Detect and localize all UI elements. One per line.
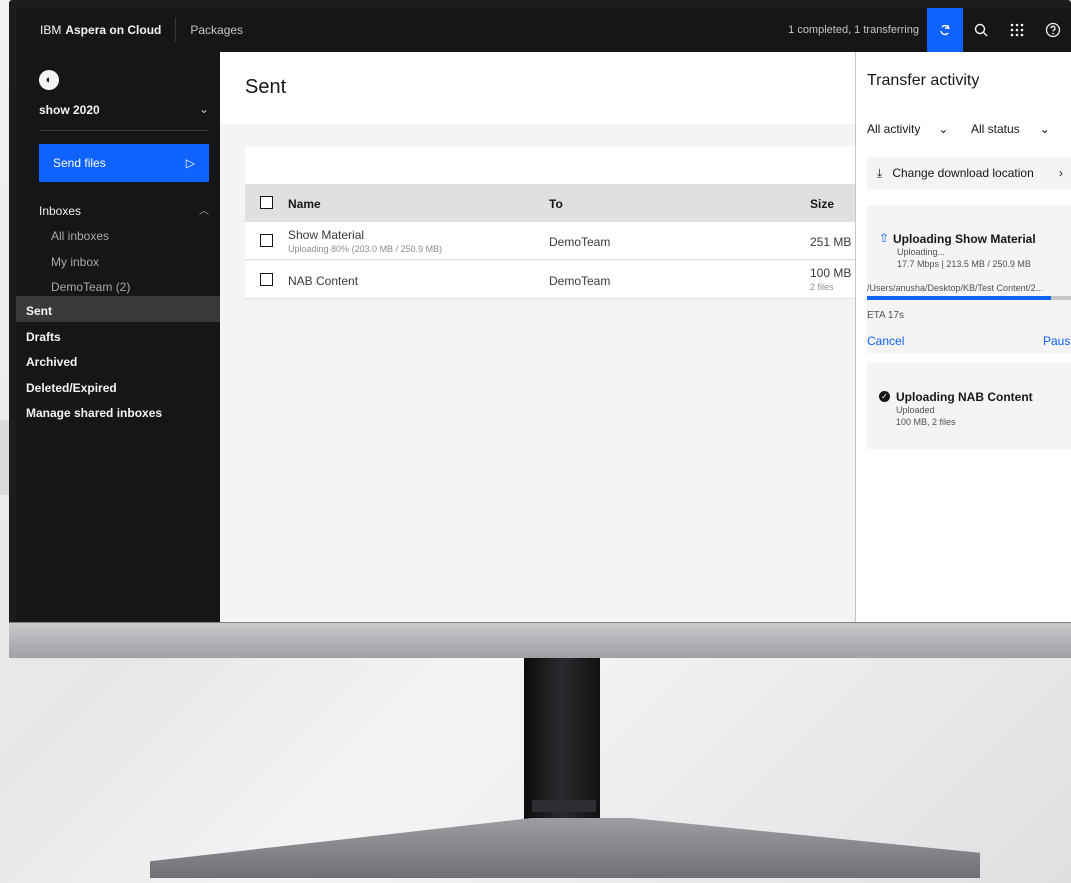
sidebar-item-archived[interactable]: Archived: [26, 355, 77, 369]
send-files-button[interactable]: Send files ▷: [39, 144, 209, 182]
monitor-stand-joint: [532, 800, 596, 812]
cancel-button[interactable]: Cancel: [867, 334, 904, 348]
help-icon[interactable]: [1035, 8, 1071, 52]
sidebar-item-all-inboxes[interactable]: All inboxes: [51, 229, 109, 243]
sidebar-item-sent[interactable]: Sent: [26, 304, 52, 318]
top-bar: IBM Aspera on Cloud Packages 1 completed…: [16, 8, 1071, 52]
package-file-count: 2 files: [810, 282, 834, 292]
table-row[interactable]: Show Material Uploading 80% (203.0 MB / …: [245, 222, 860, 260]
pause-button[interactable]: Pause: [1043, 334, 1071, 348]
chevron-down-icon: ⌄: [938, 122, 949, 136]
upload-icon: ⇧: [879, 231, 890, 245]
column-to[interactable]: To: [549, 197, 563, 211]
transfer-status[interactable]: 1 completed, 1 transferring: [788, 24, 919, 36]
brand[interactable]: IBM Aspera on Cloud: [16, 18, 177, 42]
transfer-progress-fill: [867, 296, 1051, 300]
package-size: 100 MB: [810, 266, 852, 280]
monitor-stand-base: [150, 818, 980, 878]
chevron-down-icon: ⌄: [1039, 122, 1050, 136]
table-header: Name To Size: [245, 184, 860, 222]
sidebar-item-deleted-expired[interactable]: Deleted/Expired: [26, 381, 117, 395]
sidebar-item-manage-shared-inboxes[interactable]: Manage shared inboxes: [26, 406, 162, 420]
transfer-activity-panel: Transfer activity All activity ⌄ All sta…: [855, 52, 1071, 622]
section-title: Packages: [190, 23, 244, 37]
monitor-screen: IBM Aspera on Cloud Packages 1 completed…: [16, 8, 1071, 622]
transfer-card: ✓ Uploading NAB Content Uploaded 100 MB,…: [867, 363, 1071, 449]
main-content: Sent Name To Size Show Material Uploadin…: [220, 52, 860, 622]
avatar[interactable]: ◐: [39, 70, 59, 90]
panel-title: Transfer activity: [867, 72, 980, 89]
sidebar-item-demoteam[interactable]: DemoTeam (2): [51, 280, 130, 294]
activity-filter-value: All activity: [867, 122, 921, 136]
app-switcher-icon[interactable]: [999, 8, 1035, 52]
column-name[interactable]: Name: [288, 197, 321, 211]
sidebar: ◐ show 2020 ⌄ Send files ▷ Inboxes ︿ All…: [16, 52, 220, 622]
select-all-checkbox[interactable]: [260, 196, 273, 209]
transfer-path: /Users/anusha/Desktop/KB/Test Content/2.…: [867, 283, 1044, 293]
change-download-location-button[interactable]: ⤓ Change download location ›: [867, 157, 1071, 189]
checkmark-icon: ✓: [879, 391, 890, 402]
sidebar-item-my-inbox[interactable]: My inbox: [51, 255, 99, 269]
transfer-progress-bar: [867, 296, 1071, 300]
chevron-right-icon: ›: [1059, 166, 1063, 180]
sidebar-item-drafts[interactable]: Drafts: [26, 330, 61, 344]
send-files-label: Send files: [53, 156, 106, 170]
transfer-status: Uploading...: [897, 247, 946, 257]
package-name: NAB Content: [288, 274, 359, 288]
row-checkbox[interactable]: [260, 273, 273, 286]
transfer-eta: ETA 17s: [867, 310, 905, 321]
inboxes-header[interactable]: Inboxes: [39, 204, 81, 218]
transfer-title: Uploading Show Material: [893, 232, 1036, 246]
row-checkbox[interactable]: [260, 234, 273, 247]
transfer-title: Uploading NAB Content: [896, 390, 1033, 404]
table-toolbar: [245, 146, 860, 184]
change-location-label: Change download location: [892, 166, 1034, 180]
download-icon: ⤓: [877, 165, 883, 180]
activity-filter[interactable]: All activity ⌄: [867, 122, 948, 136]
send-icon: ▷: [185, 156, 195, 170]
package-recipient: DemoTeam: [549, 274, 611, 288]
page-title: Sent: [245, 76, 287, 98]
sync-icon[interactable]: [927, 8, 963, 52]
user-name[interactable]: show 2020: [39, 103, 100, 117]
package-recipient: DemoTeam: [549, 235, 611, 249]
transfer-detail: 100 MB, 2 files: [896, 417, 956, 427]
transfer-status: Uploaded: [896, 405, 935, 415]
chevron-up-icon[interactable]: ︿: [199, 202, 209, 217]
transfer-card: ⇧ Uploading Show Material Uploading... 1…: [867, 206, 1071, 353]
divider: [39, 130, 209, 131]
brand-name: Aspera on Cloud: [65, 23, 162, 37]
package-status: Uploading 80% (203.0 MB / 250.9 MB): [288, 244, 443, 254]
package-name: Show Material: [288, 228, 365, 242]
transfer-rate: 17.7 Mbps | 213.5 MB / 250.9 MB: [897, 259, 1031, 269]
column-size[interactable]: Size: [810, 197, 834, 211]
table-row[interactable]: NAB Content DemoTeam 100 MB 2 files: [245, 261, 860, 299]
monitor-chin: [9, 622, 1071, 658]
brand-prefix: IBM: [40, 23, 62, 37]
search-icon[interactable]: [963, 8, 999, 52]
page-header: Sent: [220, 52, 855, 124]
status-filter-value: All status: [971, 122, 1020, 136]
package-size: 251 MB: [810, 235, 852, 249]
status-filter[interactable]: All status ⌄: [971, 122, 1050, 136]
chevron-down-icon[interactable]: ⌄: [199, 102, 209, 116]
